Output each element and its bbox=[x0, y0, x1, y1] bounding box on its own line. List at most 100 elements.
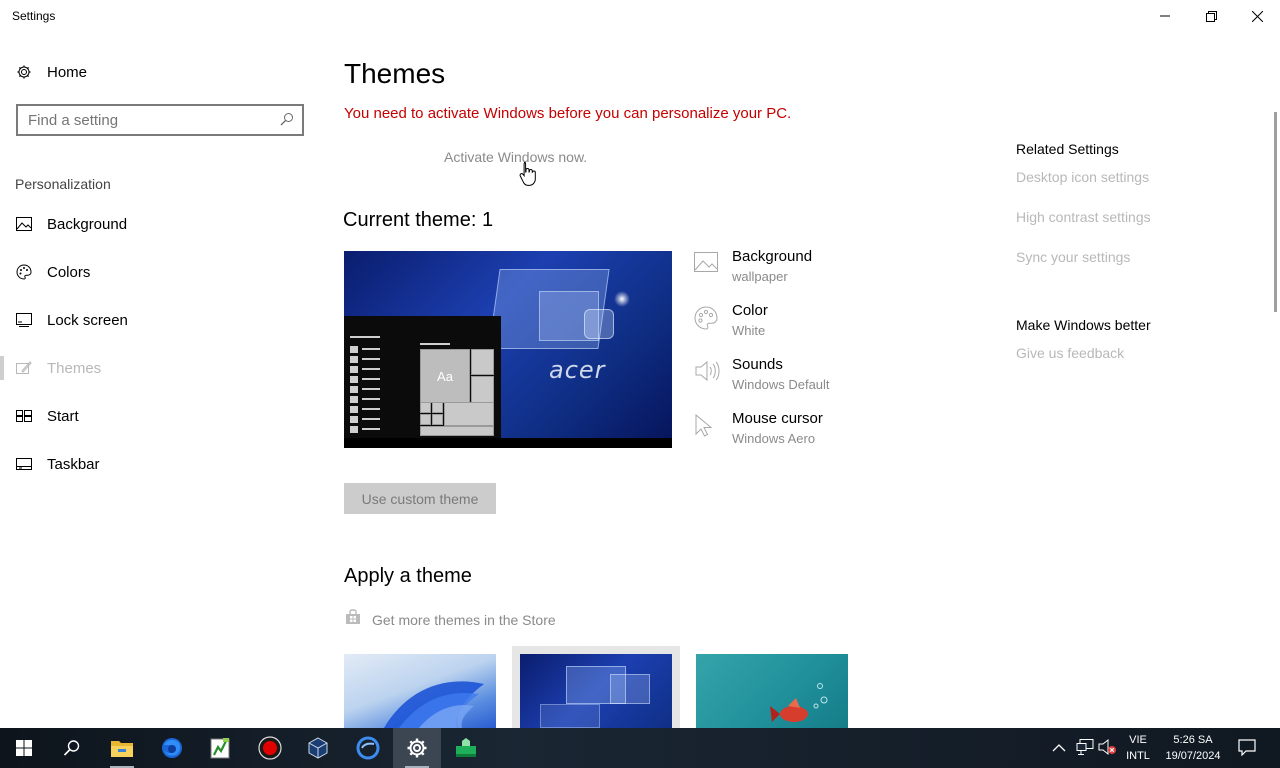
theme-thumbnail-windows-11[interactable] bbox=[344, 654, 496, 728]
notepad-plus-button[interactable] bbox=[196, 728, 244, 768]
search-input[interactable] bbox=[28, 109, 268, 131]
current-theme-heading: Current theme: 1 bbox=[343, 209, 494, 231]
restore-button[interactable] bbox=[1188, 0, 1234, 32]
sidebar-item-label: Background bbox=[47, 215, 128, 233]
green-app-button[interactable] bbox=[442, 728, 490, 768]
browser-icon bbox=[356, 736, 380, 760]
virtualbox-button[interactable] bbox=[294, 728, 342, 768]
close-button[interactable] bbox=[1234, 0, 1280, 32]
hand-cursor-icon bbox=[519, 162, 536, 186]
preview-glass-shape bbox=[584, 309, 614, 339]
restore-icon bbox=[1205, 10, 1217, 22]
give-feedback-link[interactable]: Give us feedback bbox=[1016, 345, 1124, 361]
sidebar-item-label: Taskbar bbox=[47, 455, 100, 473]
close-icon bbox=[1251, 10, 1263, 22]
firefox-icon bbox=[162, 738, 182, 758]
browser-button[interactable] bbox=[344, 728, 392, 768]
prop-value: White bbox=[732, 323, 766, 338]
store-icon bbox=[344, 608, 362, 631]
clock[interactable]: 5:26 SA 19/07/2024 bbox=[1160, 732, 1226, 764]
sidebar-item-label: Lock screen bbox=[47, 311, 128, 329]
sidebar-item-taskbar[interactable]: Taskbar bbox=[0, 444, 320, 484]
preview-light-flare bbox=[614, 291, 630, 307]
use-custom-theme-button[interactable]: Use custom theme bbox=[344, 483, 496, 514]
fish-shape bbox=[770, 683, 828, 722]
theme-thumbnail-acer[interactable] bbox=[520, 654, 672, 728]
settings-window: Settings Home Personalization bbox=[0, 0, 1280, 728]
sync-settings-link[interactable]: Sync your settings bbox=[1016, 249, 1130, 265]
sidebar-item-label: Start bbox=[47, 407, 79, 425]
prop-value: Windows Default bbox=[732, 377, 830, 392]
sidebar-item-home[interactable]: Home bbox=[0, 52, 320, 92]
keyboard-layout: INTL bbox=[1126, 750, 1150, 762]
language-button[interactable]: VIE INTL bbox=[1118, 732, 1158, 764]
settings-app-button[interactable] bbox=[393, 728, 441, 768]
minimize-button[interactable] bbox=[1142, 0, 1188, 32]
tray-overflow-button[interactable] bbox=[1052, 740, 1066, 758]
network-button[interactable] bbox=[1076, 738, 1094, 761]
taskbar-icon bbox=[16, 456, 32, 472]
prop-title: Color bbox=[732, 302, 768, 319]
recorder-button[interactable] bbox=[246, 728, 294, 768]
notifications-button[interactable] bbox=[1238, 739, 1256, 761]
sidebar-item-label: Colors bbox=[47, 263, 91, 281]
notepad-plus-icon bbox=[210, 738, 230, 759]
sidebar-item-themes[interactable]: Themes bbox=[0, 348, 320, 388]
prop-value: Windows Aero bbox=[732, 431, 816, 446]
lock-screen-icon bbox=[16, 312, 32, 328]
file-explorer-icon bbox=[111, 741, 133, 757]
firefox-button[interactable] bbox=[148, 728, 196, 768]
file-explorer-button[interactable] bbox=[98, 728, 146, 768]
prop-value: wallpaper bbox=[732, 269, 788, 284]
preview-taskbar bbox=[344, 438, 672, 448]
record-icon bbox=[258, 736, 282, 760]
cursor-icon bbox=[694, 413, 720, 437]
preview-start-menu: Aa bbox=[344, 316, 501, 438]
main-content: Themes You need to activate Windows befo… bbox=[320, 32, 1280, 728]
speaker-icon bbox=[694, 360, 720, 382]
section-label-personalization: Personalization bbox=[15, 176, 111, 192]
search-icon bbox=[63, 740, 80, 756]
desktop-icon-settings-link[interactable]: Desktop icon settings bbox=[1016, 169, 1149, 185]
notification-icon bbox=[1238, 739, 1256, 757]
store-link[interactable]: Get more themes in the Store bbox=[344, 608, 556, 631]
search-box[interactable] bbox=[16, 104, 304, 136]
related-settings-heading: Related Settings bbox=[1016, 141, 1119, 157]
sidebar: Home Personalization Background Colors bbox=[0, 32, 320, 728]
start-button[interactable] bbox=[0, 728, 48, 768]
high-contrast-settings-link[interactable]: High contrast settings bbox=[1016, 209, 1151, 225]
volume-button[interactable] bbox=[1098, 738, 1118, 761]
settings-icon bbox=[407, 738, 427, 758]
page-title: Themes bbox=[344, 58, 446, 89]
gear-icon bbox=[16, 64, 32, 80]
chevron-up-icon bbox=[1052, 744, 1066, 752]
virtualbox-icon bbox=[308, 737, 328, 759]
theme-prop-background[interactable]: Background wallpaper bbox=[694, 246, 994, 296]
brush-icon bbox=[16, 360, 32, 376]
theme-prop-mouse-cursor[interactable]: Mouse cursor Windows Aero bbox=[694, 408, 994, 458]
sidebar-item-label: Themes bbox=[47, 359, 102, 377]
apply-theme-heading: Apply a theme bbox=[344, 565, 472, 587]
prop-title: Background bbox=[732, 248, 813, 265]
activate-windows-link[interactable]: Activate Windows now. bbox=[444, 149, 587, 165]
scrollbar[interactable] bbox=[1274, 112, 1277, 312]
window-title: Settings bbox=[12, 9, 56, 23]
sidebar-item-start[interactable]: Start bbox=[0, 396, 320, 436]
palette-icon bbox=[16, 264, 32, 280]
theme-thumbnail-fish[interactable] bbox=[696, 654, 848, 728]
prop-title: Mouse cursor bbox=[732, 410, 823, 427]
taskbar-search-button[interactable] bbox=[48, 728, 96, 768]
sidebar-item-background[interactable]: Background bbox=[0, 204, 320, 244]
theme-prop-color[interactable]: Color White bbox=[694, 300, 994, 350]
sidebar-item-colors[interactable]: Colors bbox=[0, 252, 320, 292]
picture-icon bbox=[16, 216, 32, 232]
clock-date: 19/07/2024 bbox=[1165, 750, 1221, 762]
activation-warning: You need to activate Windows before you … bbox=[344, 105, 792, 122]
sidebar-item-lock-screen[interactable]: Lock screen bbox=[0, 300, 320, 340]
taskbar: VIE INTL 5:26 SA 19/07/2024 bbox=[0, 728, 1280, 768]
theme-prop-sounds[interactable]: Sounds Windows Default bbox=[694, 354, 994, 404]
title-bar: Settings bbox=[0, 0, 1280, 32]
windows-start-icon bbox=[16, 740, 32, 756]
start-tiles-icon bbox=[16, 408, 32, 424]
green-app-icon bbox=[456, 738, 476, 757]
